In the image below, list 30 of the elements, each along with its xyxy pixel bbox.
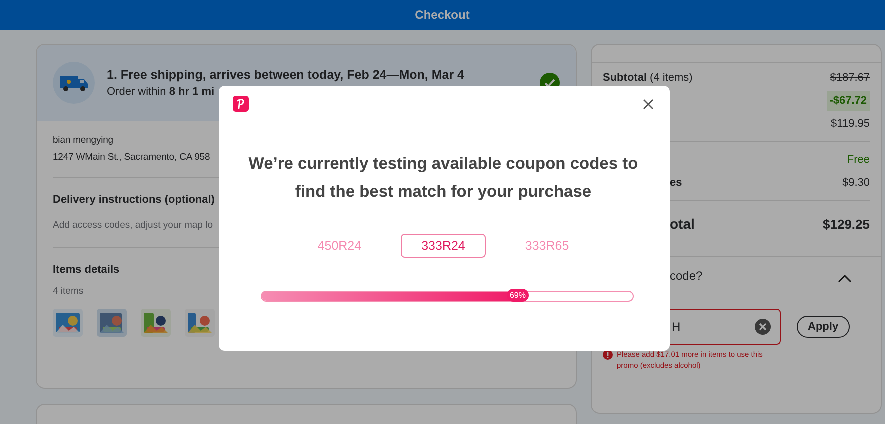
coupon-code: 450R24 — [316, 238, 363, 255]
summary-label: es — [670, 176, 682, 188]
dialog-message: We’re currently testing available coupon codes to find the best match for your purchase — [248, 154, 640, 203]
progress-percent: 69% — [506, 289, 529, 302]
promo-code-label: code? — [670, 269, 703, 283]
items-count: 4 items — [53, 286, 84, 297]
summary-value: -$67.72 — [826, 90, 870, 110]
recipient-name: bian mengying — [53, 135, 114, 146]
summary-value: $9.30 — [842, 176, 870, 188]
address-line: 1247 WMain St., Sacramento, CA 958 — [53, 152, 210, 163]
summary-value: $187.67 — [830, 72, 870, 84]
summary-value: $119.95 — [831, 118, 870, 130]
chevron-up-icon[interactable] — [838, 275, 852, 283]
shipping-deadline: Order within 8 hr 1 mi — [107, 86, 216, 98]
clear-icon[interactable] — [755, 319, 771, 335]
subtotal-label: Subtotal (4 items) — [603, 72, 693, 84]
close-icon[interactable] — [643, 98, 654, 110]
coupon-code: 333R65 — [524, 238, 570, 255]
summary-label: otal — [670, 216, 695, 232]
apply-button[interactable]: Apply — [797, 316, 850, 338]
items-title: Items details — [53, 264, 120, 276]
coupon-code: 333R24 — [400, 234, 486, 258]
page-title: Checkout — [415, 8, 470, 22]
delivery-instructions-title: Delivery instructions (optional) — [53, 194, 215, 206]
logo-icon — [233, 96, 249, 112]
truck-icon — [53, 62, 95, 104]
summary-value: $129.25 — [823, 216, 870, 232]
summary-value: Free — [847, 154, 870, 166]
delivery-hint: Add access codes, adjust your map lo — [53, 220, 214, 231]
shipping-title: 1. Free shipping, arrives between today, Feb 24—Mon, Mar 4 — [107, 68, 466, 82]
